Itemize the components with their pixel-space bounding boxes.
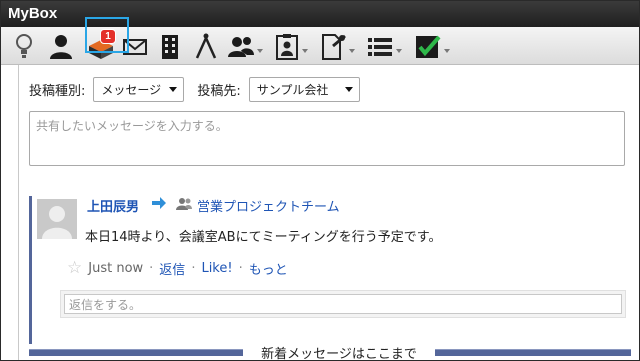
group-icon xyxy=(228,37,254,57)
separator: · xyxy=(191,260,196,276)
team-icon xyxy=(176,198,192,210)
divider-label: 新着メッセージはここまで xyxy=(243,343,435,360)
post-type-label: 投稿種別: xyxy=(29,84,86,99)
compass-button[interactable] xyxy=(193,31,219,61)
clipboard-user-icon xyxy=(276,34,298,60)
reply-link[interactable]: 返信 xyxy=(159,259,185,278)
post-author-link[interactable]: 上田辰男 xyxy=(87,196,139,215)
separator: · xyxy=(149,260,154,276)
post-team-link[interactable]: 営業プロジェクトチーム xyxy=(197,196,340,215)
compass-icon xyxy=(195,33,217,59)
building-icon xyxy=(162,35,178,59)
chevron-down-icon xyxy=(302,49,308,53)
separator: · xyxy=(238,260,243,276)
post-type-value: メッセージ xyxy=(101,83,162,97)
post-type-select[interactable]: メッセージ xyxy=(93,77,185,102)
message-panel: 投稿種別: メッセージ 投稿先: サンプル会社 共有したいメッセージを入力する。… xyxy=(18,65,639,360)
list-menu-button[interactable] xyxy=(366,31,402,61)
divider-bar-left xyxy=(29,349,243,356)
todo-menu-button[interactable] xyxy=(414,31,450,61)
post-time: Just now xyxy=(88,260,144,276)
divider-bar-right xyxy=(435,349,631,356)
reply-container: 返信をする。 xyxy=(60,290,626,318)
checkbox-check-icon xyxy=(416,35,441,58)
composer-options: 投稿種別: メッセージ 投稿先: サンプル会社 xyxy=(29,77,360,102)
like-link[interactable]: Like! xyxy=(201,261,232,276)
chevron-down-icon xyxy=(257,49,263,53)
lightbulb-button[interactable] xyxy=(12,31,36,61)
member-list-button[interactable] xyxy=(274,31,308,61)
reply-input[interactable]: 返信をする。 xyxy=(64,294,622,314)
post-target-label: 投稿先: xyxy=(197,84,241,99)
profile-button[interactable] xyxy=(48,31,74,61)
document-menu-button[interactable] xyxy=(319,31,355,61)
avatar[interactable] xyxy=(37,199,77,239)
chevron-down-icon xyxy=(444,49,450,53)
new-messages-divider: 新着メッセージはここまで xyxy=(29,343,631,360)
mybox-window: MyBox 1 投稿種別: メッセージ 投稿先: サンプル会社 共有したいメッセ… xyxy=(0,0,640,361)
post-target-value: サンプル会社 xyxy=(256,83,329,97)
chevron-down-icon xyxy=(349,49,355,53)
chevron-down-icon xyxy=(396,49,402,53)
dropdown-arrow-icon xyxy=(169,87,178,92)
person-icon xyxy=(50,35,72,59)
post-message: 本日14時より、会議室ABにてミーティングを行う予定です。 xyxy=(85,230,442,245)
organization-button[interactable] xyxy=(158,31,182,61)
dropdown-arrow-icon xyxy=(344,87,353,92)
list-icon xyxy=(368,38,392,56)
more-link[interactable]: もっと xyxy=(249,259,288,278)
post-meta: ☆ Just now · 返信 · Like! · もっと xyxy=(67,258,288,278)
document-pin-icon xyxy=(322,34,346,60)
message-post: 上田辰男 営業プロジェクトチーム 本日14時より、会議室ABにてミーティングを行… xyxy=(29,196,631,344)
lightbulb-icon xyxy=(16,34,32,58)
message-input[interactable]: 共有したいメッセージを入力する。 xyxy=(29,111,625,166)
arrow-right-icon xyxy=(152,197,166,209)
default-avatar-icon xyxy=(37,199,77,239)
star-icon[interactable]: ☆ xyxy=(67,258,82,278)
post-target-select[interactable]: サンプル会社 xyxy=(248,77,360,102)
notification-badge: 1 xyxy=(100,29,116,44)
group-menu-button[interactable] xyxy=(227,31,263,61)
